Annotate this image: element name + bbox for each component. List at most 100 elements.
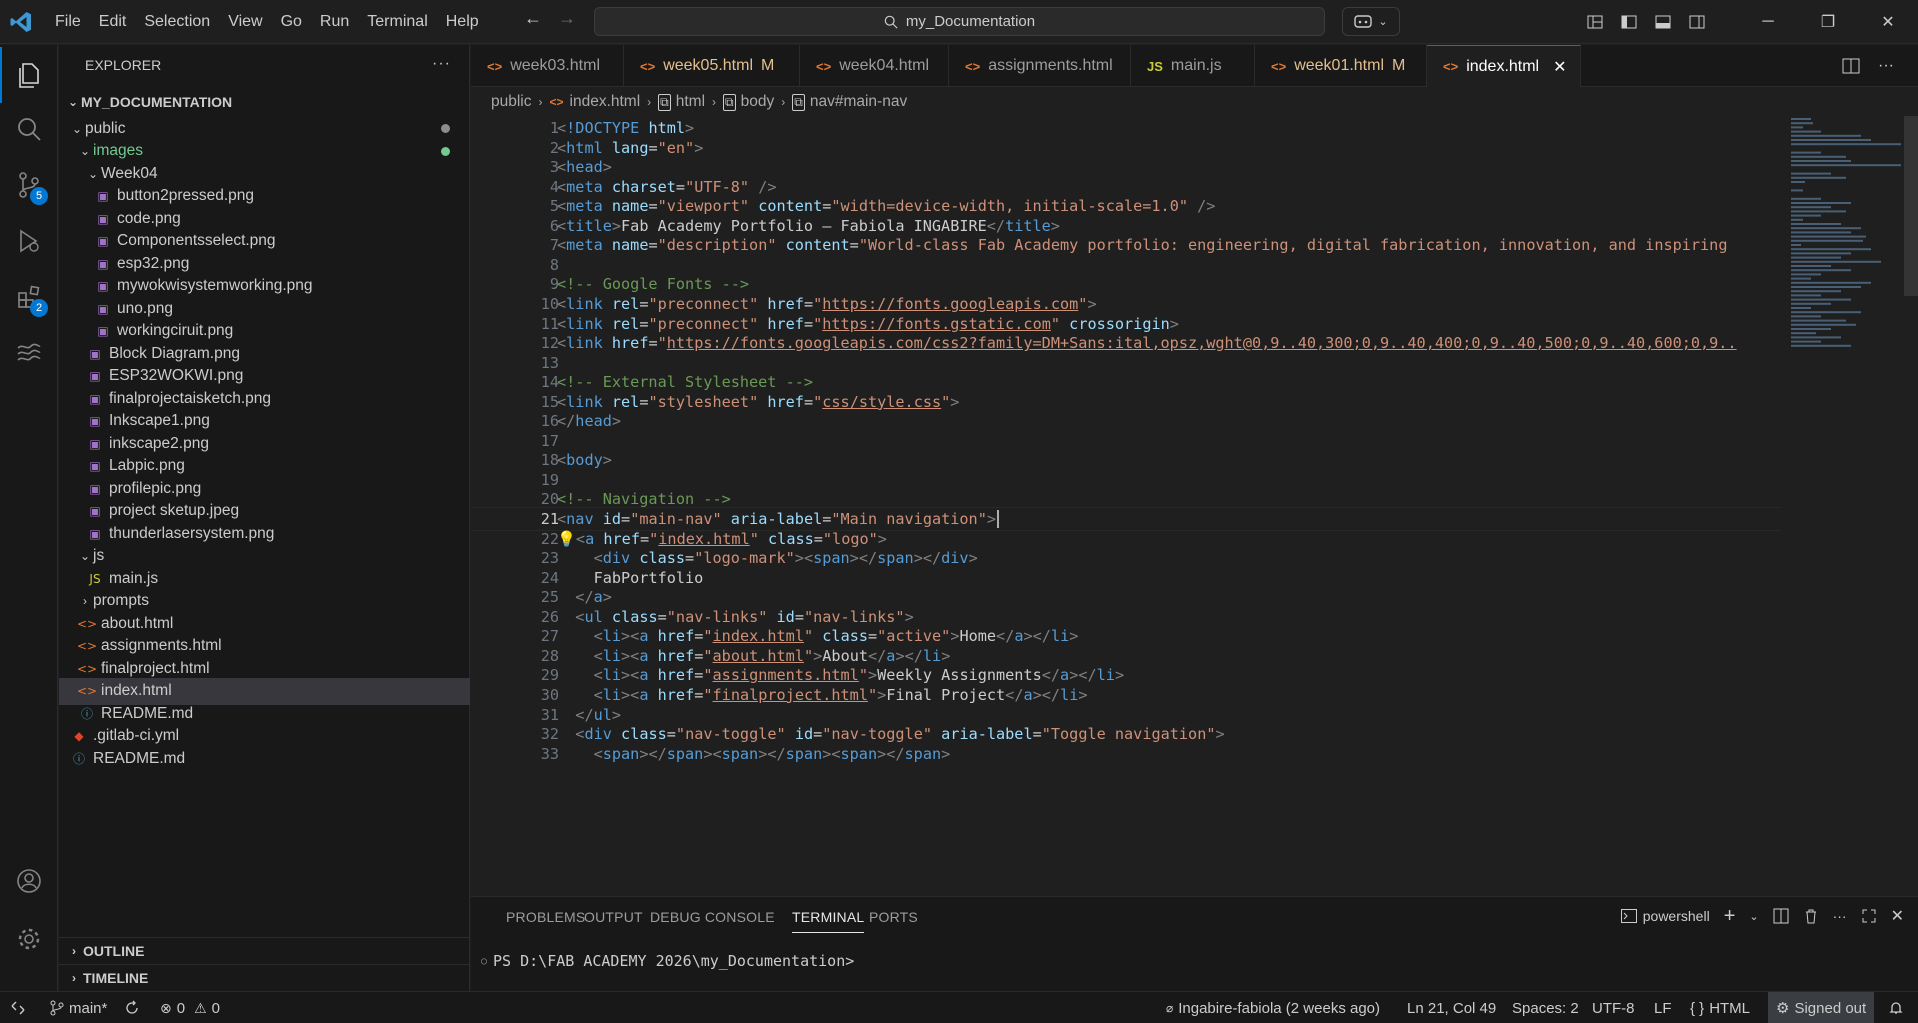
search-icon[interactable] [0,101,58,157]
file-item[interactable]: ⓘ README.md [59,745,470,772]
image-file-icon: ▣ [89,436,101,451]
notifications-bell-icon[interactable] [1888,992,1904,1023]
toggle-secondary-sidebar-icon[interactable] [1680,0,1714,44]
chevron-down-icon[interactable]: ⌄ [1749,910,1758,923]
tree-item-label: js [93,547,105,564]
customize-layout-icon[interactable] [1578,0,1612,44]
line-number: 12 [540,334,559,353]
menu-item-go[interactable]: Go [272,0,311,44]
accounts-icon[interactable] [0,853,58,909]
remote-explorer-icon[interactable] [0,325,58,381]
editor-tab[interactable]: <> week01.html M [1255,45,1427,87]
panel-tab-debug-console[interactable]: DEBUG CONSOLE [650,909,775,925]
git-blame-indicator[interactable]: ⌀ Ingabire-fabiola (2 weeks ago) [1166,992,1380,1023]
tree-item-label: about.html [101,614,174,632]
back-arrow-icon[interactable]: ← [524,8,542,29]
close-panel-icon[interactable]: ✕ [1891,906,1904,926]
restore-icon[interactable]: ❐ [1798,0,1858,44]
close-window-icon[interactable]: ✕ [1858,0,1918,44]
branch-indicator[interactable]: main* [50,992,107,1023]
sync-icon[interactable] [124,992,140,1023]
menu-item-help[interactable]: Help [437,0,488,44]
menu-item-terminal[interactable]: Terminal [358,0,436,44]
trash-icon[interactable] [1803,908,1819,924]
workspace-root[interactable]: ⌄ MY_DOCUMENTATION [59,88,470,115]
editor-tab[interactable]: <> week03.html [471,45,624,87]
editor-tab[interactable]: JS main.js [1131,45,1255,87]
panel-tab-output[interactable]: OUTPUT [584,909,643,925]
account-status[interactable]: ⚙ Signed out [1768,992,1875,1023]
menu-item-file[interactable]: File [46,0,90,44]
menu-item-edit[interactable]: Edit [90,0,136,44]
panel-tab-terminal[interactable]: TERMINAL [792,909,865,933]
code-editor[interactable]: 1 <!DOCTYPE html> 2 <html lang="en"> 3 <head>… [471,116,1918,896]
new-terminal-plus-icon[interactable]: + [1724,905,1736,928]
end-of-line[interactable]: LF [1654,992,1672,1023]
tree-item-label: uno.png [117,299,174,317]
tree-item-label: Block Diagram.png [109,344,240,362]
close-tab-icon[interactable]: ✕ [1553,57,1566,77]
extensions-icon[interactable]: 2 [0,269,58,325]
chevron-down-icon: ⌄ [79,549,91,563]
menu-item-run[interactable]: Run [311,0,358,44]
settings-gear-icon[interactable] [0,911,58,967]
minimap[interactable] [1785,116,1905,896]
more-actions-icon[interactable]: ··· [432,55,451,73]
split-terminal-icon[interactable] [1773,908,1789,924]
chevron-right-icon: › [781,95,786,109]
run-debug-icon[interactable] [0,213,58,269]
explorer-icon[interactable] [0,47,58,103]
split-editor-icon[interactable] [1842,57,1860,75]
cursor-position[interactable]: Ln 21, Col 49 [1407,992,1496,1023]
line-number: 16 [540,412,559,431]
more-actions-icon[interactable]: ··· [1878,57,1894,75]
explorer-title: EXPLORER [85,57,162,73]
menu-item-selection[interactable]: Selection [135,0,219,44]
problems-indicator[interactable]: ⊗ 0 ⚠ 0 [160,992,220,1023]
terminal-prompt: PS D:\FAB ACADEMY 2026\my_Documentation> [493,952,855,970]
source-control-icon[interactable]: 5 [0,157,58,213]
image-file-icon: ▣ [89,481,101,496]
terminal-icon [1620,909,1637,923]
code-content: <li><a href="index.html" class="active">… [593,627,1079,646]
chevron-right-icon: › [712,95,717,109]
editor-tab[interactable]: <> assignments.html [949,45,1131,87]
line-number: 11 [540,314,559,333]
breadcrumb-item[interactable]: index.html [570,93,641,111]
command-center-search[interactable]: my_Documentation [594,7,1325,36]
forward-arrow-icon[interactable]: → [558,8,576,29]
maximize-panel-icon[interactable] [1861,908,1877,924]
panel-tab-ports[interactable]: PORTS [869,909,918,925]
toggle-primary-sidebar-icon[interactable] [1612,0,1646,44]
image-file-icon: ▣ [89,369,101,383]
terminal-line[interactable]: ○ PS D:\FAB ACADEMY 2026\my_Documentatio… [481,952,854,970]
breadcrumb-item[interactable]: html [676,93,705,111]
language-mode[interactable]: { } HTML [1690,992,1750,1023]
html-file-icon: <> [76,639,98,653]
terminal-shell-selector[interactable]: powershell [1620,908,1710,924]
remote-indicator-icon[interactable] [10,992,26,1023]
code-content: <meta name="viewport" content="width=dev… [557,197,1216,216]
account-warning-icon: ⚙ [1776,1000,1790,1017]
breadcrumb-item[interactable]: nav#main-nav [810,93,907,111]
source-control-badge: 5 [30,187,48,205]
encoding[interactable]: UTF-8 [1592,992,1635,1023]
copilot-button[interactable]: ⌄ [1342,7,1400,36]
breadcrumb-item[interactable]: public [491,93,532,111]
breadcrumb-item[interactable]: body [741,93,775,111]
indentation[interactable]: Spaces: 2 [1512,992,1579,1023]
panel-tab-problems[interactable]: PROBLEMS [506,909,585,925]
editor-actions: ··· [1842,45,1894,87]
editor-tab[interactable]: <> week04.html [800,45,949,87]
editor-tab[interactable]: <> index.html ✕ [1427,45,1581,87]
minimize-icon[interactable]: ─ [1738,0,1798,44]
toggle-panel-icon[interactable] [1646,0,1680,44]
outline-section[interactable]: › OUTLINE [59,937,470,964]
more-actions-icon[interactable]: ··· [1833,908,1847,924]
code-line[interactable]: 33 <span></span><span></span><span></spa… [471,742,1781,766]
code-content: FabPortfolio [593,568,704,587]
editor-scrollbar[interactable] [1904,116,1918,296]
timeline-section[interactable]: › TIMELINE [59,964,470,991]
editor-tab[interactable]: <> week05.html M [624,45,800,87]
menu-item-view[interactable]: View [219,0,271,44]
